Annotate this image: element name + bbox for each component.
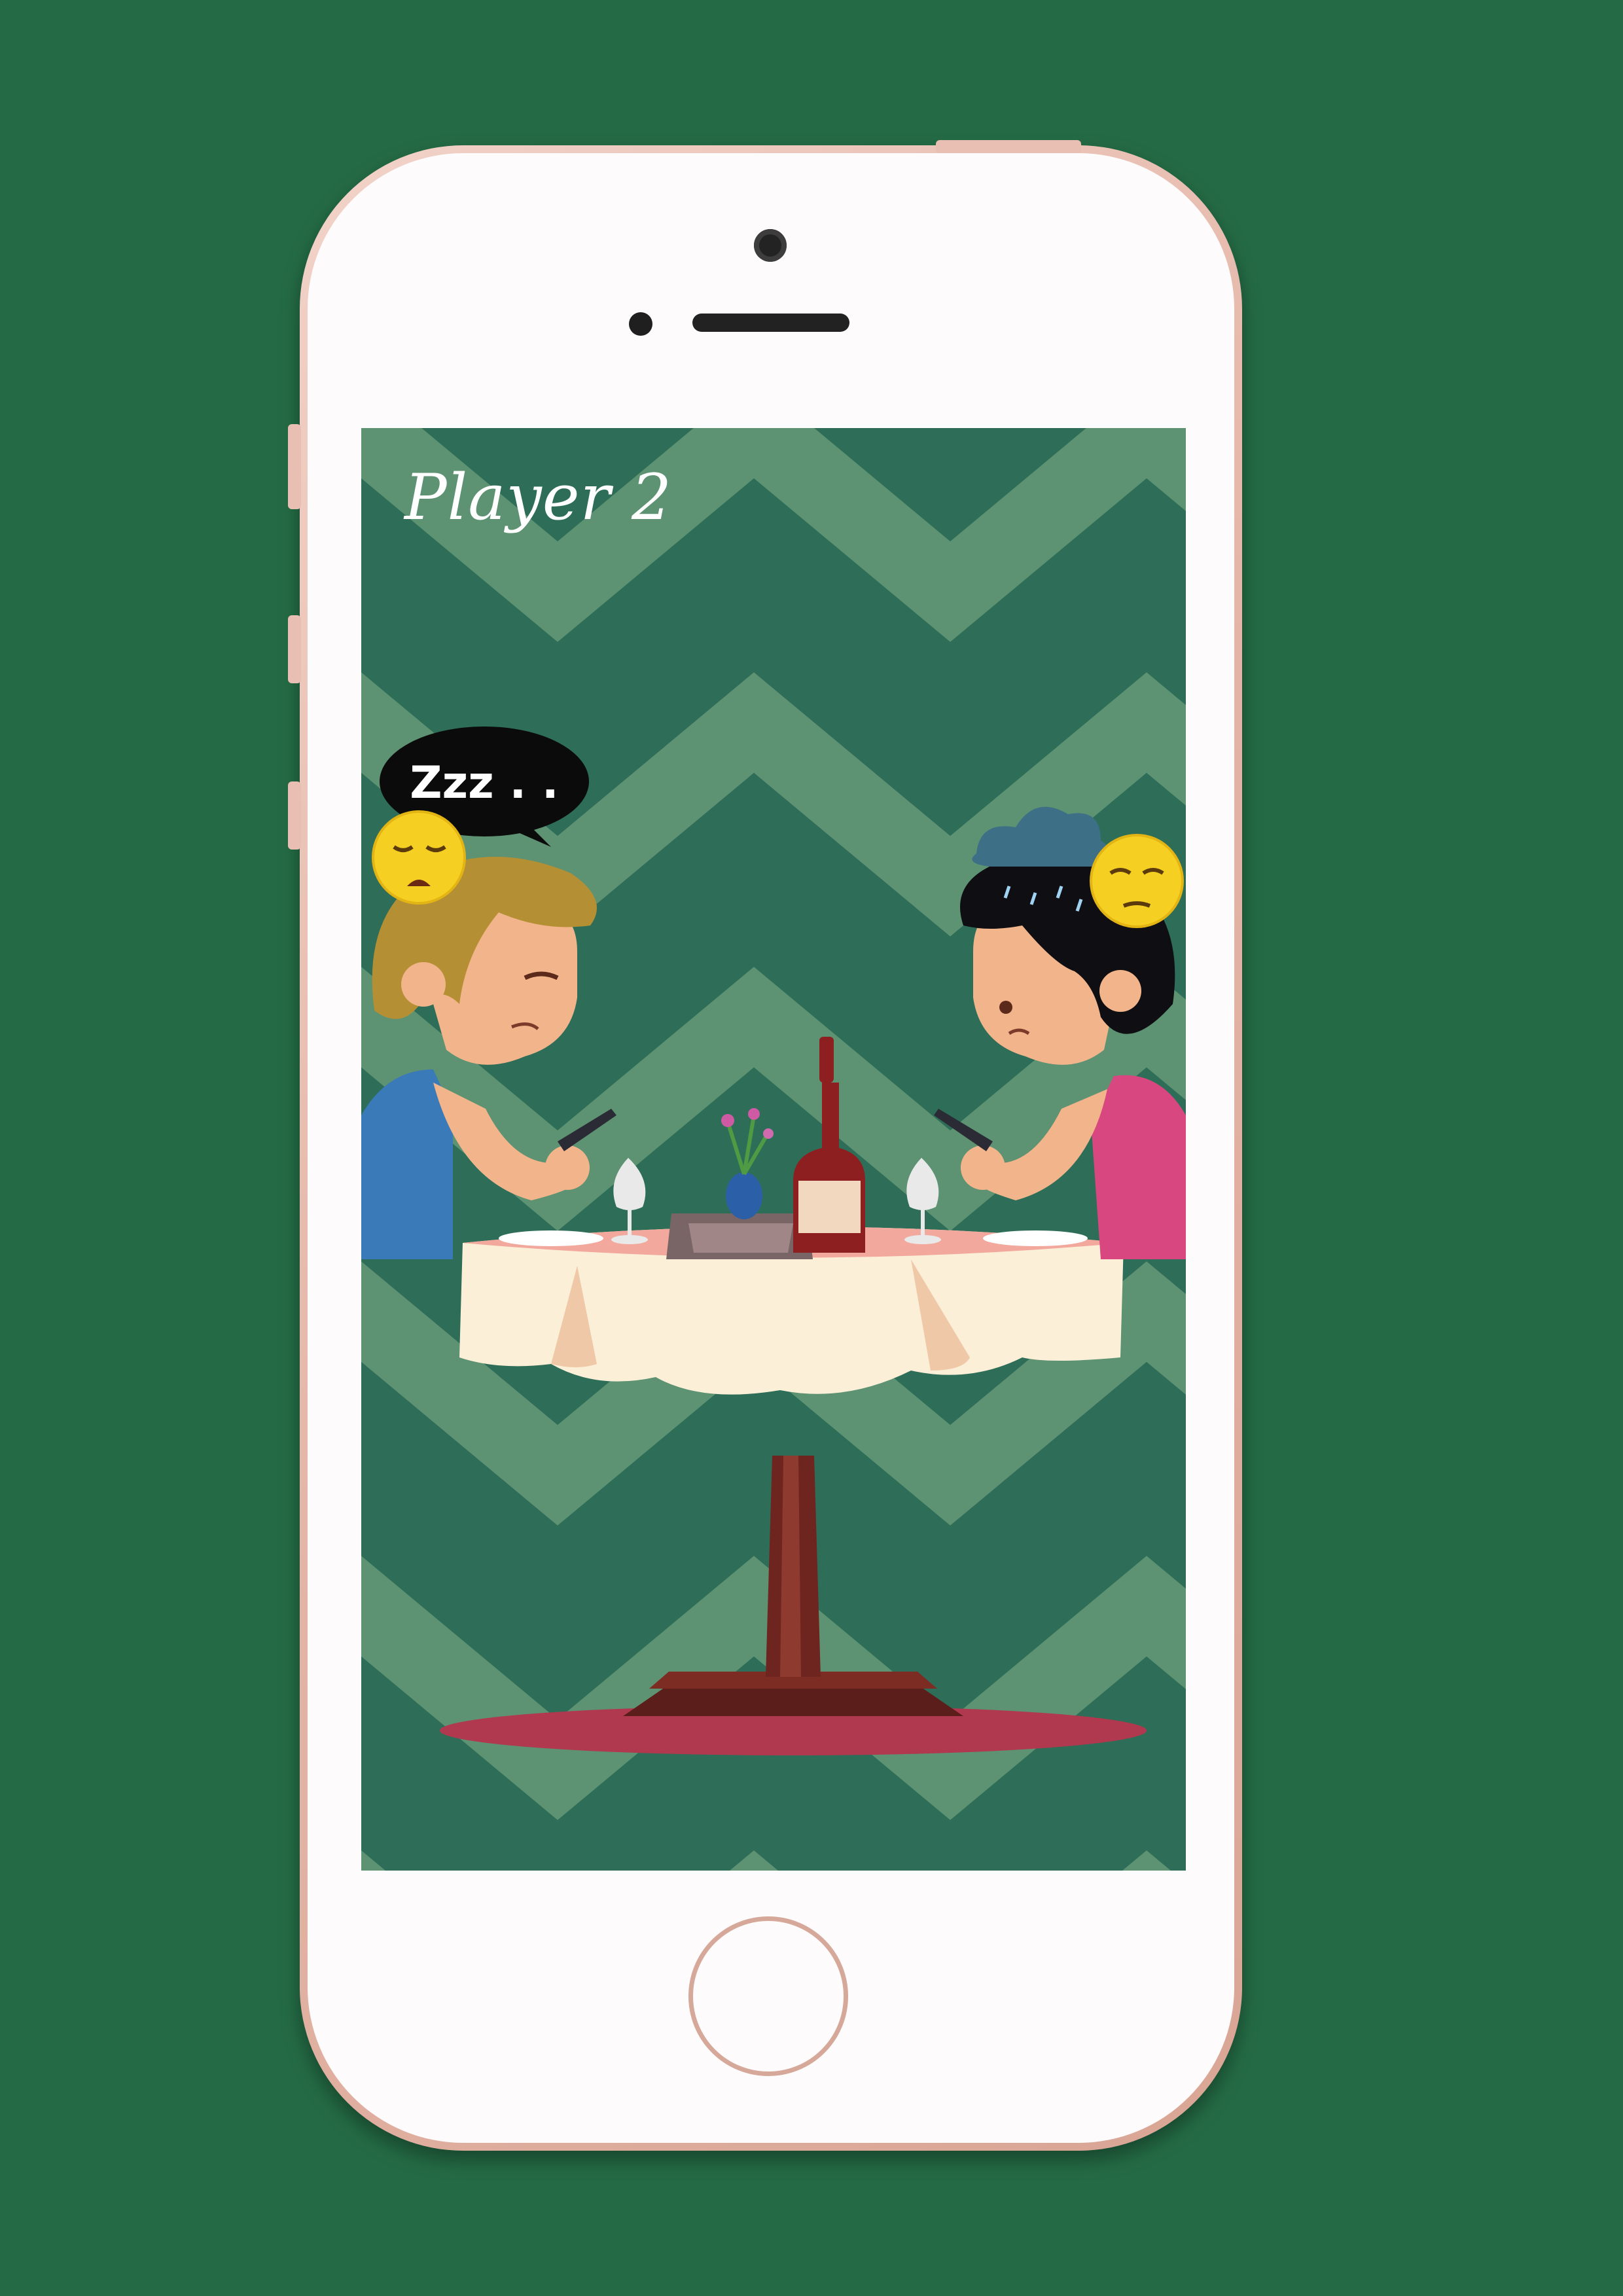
sad-face-icon	[1090, 834, 1184, 928]
scene-illustration: Zzz . .	[361, 428, 1186, 1871]
game-screen[interactable]: Zzz . . Player 2	[361, 428, 1186, 1871]
mute-switch	[288, 424, 301, 509]
player-label: Player 2	[404, 461, 673, 534]
speech-bubble-text: Zzz . .	[410, 757, 558, 809]
front-camera	[754, 229, 787, 262]
earpiece-speaker	[692, 314, 849, 332]
sleepy-face-icon	[372, 810, 466, 905]
proximity-sensor	[629, 312, 652, 336]
power-button	[936, 140, 1081, 153]
home-button[interactable]	[688, 1916, 848, 2076]
volume-up-button	[288, 615, 301, 683]
volume-down-button	[288, 781, 301, 850]
